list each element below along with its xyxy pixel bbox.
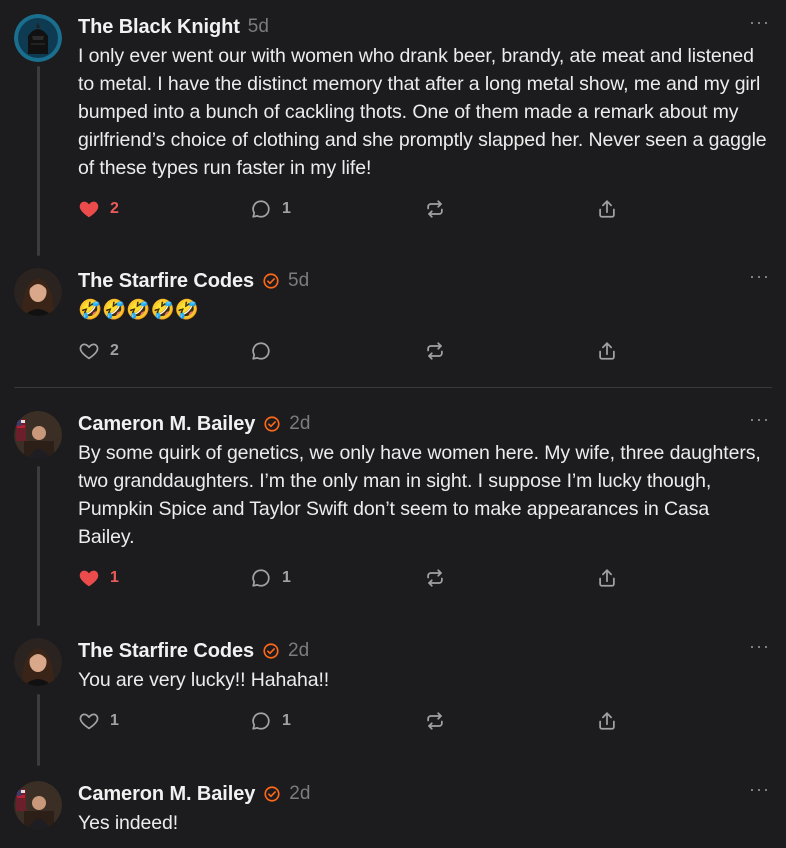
share-icon <box>596 710 618 732</box>
timestamp[interactable]: 2d <box>288 640 309 662</box>
comment-icon <box>250 198 272 220</box>
restack-button[interactable] <box>424 338 446 364</box>
reply-button[interactable]: 1 <box>250 565 291 591</box>
share-button[interactable] <box>596 338 618 364</box>
avatar[interactable] <box>14 638 62 686</box>
more-icon[interactable]: ··· <box>749 267 770 285</box>
thread-line <box>37 694 40 766</box>
restack-button[interactable] <box>424 708 446 734</box>
timestamp[interactable]: 2d <box>289 413 310 435</box>
share-icon <box>596 567 618 589</box>
avatar[interactable] <box>14 781 62 829</box>
like-count: 1 <box>110 712 119 729</box>
heart-icon <box>78 198 100 220</box>
comment-icon <box>250 340 272 362</box>
comment-icon <box>250 710 272 732</box>
share-button[interactable] <box>596 708 618 734</box>
like-count: 2 <box>110 342 119 359</box>
author-name[interactable]: Cameron M. Bailey <box>78 413 255 436</box>
heart-icon <box>78 567 100 589</box>
share-button[interactable] <box>596 196 618 222</box>
reply-count: 1 <box>282 569 291 586</box>
comment-text: You are very lucky!! Hahaha!! <box>78 669 330 691</box>
verified-badge-icon <box>263 415 281 433</box>
verified-badge-icon <box>262 272 280 290</box>
share-icon <box>596 198 618 220</box>
reply-button[interactable] <box>250 338 272 364</box>
heart-icon <box>78 340 100 362</box>
like-button[interactable]: 1 <box>78 565 119 591</box>
reply-button[interactable]: 1 <box>250 708 291 734</box>
comment-text: Yes indeed! <box>78 812 179 834</box>
thread-line <box>37 466 40 626</box>
restack-button[interactable] <box>424 565 446 591</box>
verified-badge-icon <box>262 642 280 660</box>
avatar[interactable] <box>14 268 62 316</box>
comment-text: I only ever went our with women who dran… <box>78 45 767 179</box>
heart-icon <box>78 710 100 732</box>
author-name[interactable]: Cameron M. Bailey <box>78 783 255 806</box>
avatar[interactable] <box>14 411 62 459</box>
more-icon[interactable]: ··· <box>749 637 770 655</box>
timestamp[interactable]: 5d <box>288 270 309 292</box>
restack-icon <box>424 710 446 732</box>
reply-count: 1 <box>282 712 291 729</box>
thread-line <box>37 66 40 256</box>
timestamp[interactable]: 2d <box>289 783 310 805</box>
comment-text: 🤣🤣🤣🤣🤣 <box>78 299 199 321</box>
more-icon[interactable]: ··· <box>749 13 770 31</box>
like-count: 2 <box>110 200 119 217</box>
reply-count: 1 <box>282 200 291 217</box>
comment-actions: 2 1 <box>78 196 638 222</box>
restack-button[interactable] <box>424 196 446 222</box>
like-button[interactable]: 2 <box>78 338 119 364</box>
thread-divider <box>14 387 772 388</box>
more-icon[interactable]: ··· <box>749 410 770 428</box>
share-icon <box>596 340 618 362</box>
share-button[interactable] <box>596 565 618 591</box>
restack-icon <box>424 567 446 589</box>
restack-icon <box>424 198 446 220</box>
comment-text: By some quirk of genetics, we only have … <box>78 442 761 548</box>
timestamp[interactable]: 5d <box>248 16 269 38</box>
comment-actions: 2 <box>78 338 638 364</box>
like-count: 1 <box>110 569 119 586</box>
like-button[interactable]: 2 <box>78 196 119 222</box>
comment-actions: 1 1 <box>78 708 638 734</box>
author-name[interactable]: The Starfire Codes <box>78 640 254 663</box>
reply-button[interactable]: 1 <box>250 196 291 222</box>
more-icon[interactable]: ··· <box>749 780 770 798</box>
comment-actions: 1 1 <box>78 565 638 591</box>
author-name[interactable]: The Starfire Codes <box>78 270 254 293</box>
restack-icon <box>424 340 446 362</box>
avatar[interactable] <box>14 14 62 62</box>
verified-badge-icon <box>263 785 281 803</box>
comment-icon <box>250 567 272 589</box>
like-button[interactable]: 1 <box>78 708 119 734</box>
author-name[interactable]: The Black Knight <box>78 16 240 39</box>
